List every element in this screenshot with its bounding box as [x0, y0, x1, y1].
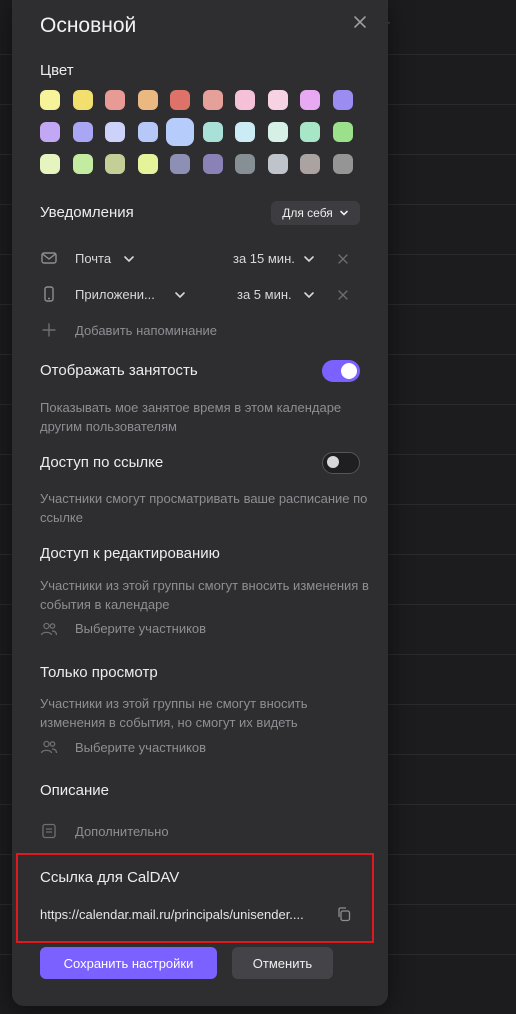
color-swatch[interactable]: [40, 154, 60, 174]
remove-notification-icon[interactable]: [337, 289, 349, 301]
description-label: Описание: [40, 782, 110, 799]
chevron-down-icon[interactable]: [303, 289, 315, 301]
color-swatch[interactable]: [170, 90, 190, 110]
edit-access-hint: Участники из этой группы смогут вносить …: [40, 578, 369, 612]
color-swatch[interactable]: [137, 122, 158, 142]
edit-access-select-participants[interactable]: Выберите участников: [75, 621, 206, 636]
link-access-hint: Участники смогут просматривать ваше расп…: [40, 491, 368, 525]
color-swatch[interactable]: [300, 154, 320, 174]
chevron-down-icon[interactable]: [174, 289, 186, 301]
color-swatch[interactable]: [267, 122, 288, 142]
color-swatch[interactable]: [202, 90, 223, 110]
color-swatch[interactable]: [40, 90, 60, 110]
color-swatch[interactable]: [72, 122, 93, 142]
busy-label: Отображать занятость: [40, 362, 198, 379]
color-swatch[interactable]: [300, 90, 320, 110]
color-swatch[interactable]: [72, 90, 93, 110]
color-swatch[interactable]: [332, 90, 353, 110]
color-swatch[interactable]: [202, 154, 223, 174]
notification-time-app[interactable]: за 5 мин.: [237, 287, 292, 302]
chevron-down-icon: [339, 210, 348, 216]
caldav-url[interactable]: https://calendar.mail.ru/principals/unis…: [40, 907, 304, 922]
view-only-label: Только просмотр: [40, 664, 158, 681]
chevron-down-icon[interactable]: [123, 253, 135, 265]
description-more-link[interactable]: Дополнительно: [75, 824, 169, 839]
caldav-label: Ссылка для CalDAV: [40, 869, 180, 886]
users-icon: [40, 622, 58, 636]
color-swatch[interactable]: [105, 154, 125, 174]
notification-scope-label: Для себя: [282, 206, 333, 220]
color-swatch[interactable]: [137, 154, 158, 174]
chevron-down-icon[interactable]: [303, 253, 315, 265]
calendar-settings-panel: Основной Цвет Уведомления Для себя Почта…: [12, 0, 388, 1006]
color-swatch[interactable]: [105, 122, 125, 142]
add-reminder-link[interactable]: Добавить напоминание: [75, 323, 217, 338]
color-swatch[interactable]: [267, 90, 288, 110]
link-access-label: Доступ по ссылке: [40, 454, 164, 471]
toggle-knob: [327, 456, 339, 468]
color-section-label: Цвет: [40, 62, 74, 79]
color-swatch[interactable]: [235, 122, 255, 142]
save-settings-button[interactable]: Сохранить настройки: [40, 947, 217, 979]
users-icon: [40, 740, 58, 754]
color-swatch[interactable]: [137, 90, 158, 110]
close-icon[interactable]: [352, 14, 368, 30]
copy-icon[interactable]: [336, 906, 352, 922]
color-swatch[interactable]: [105, 90, 125, 110]
plus-icon[interactable]: [40, 321, 58, 339]
link-access-toggle[interactable]: [322, 452, 360, 474]
color-swatch[interactable]: [332, 154, 353, 174]
notification-channel-app[interactable]: Приложени...: [75, 287, 155, 302]
color-swatch[interactable]: [72, 154, 93, 174]
phone-icon: [44, 286, 54, 302]
busy-toggle[interactable]: [322, 360, 360, 382]
panel-title: Основной: [40, 14, 137, 37]
notification-channel-mail[interactable]: Почта: [75, 251, 111, 266]
color-swatch[interactable]: [170, 154, 190, 174]
notification-time-mail[interactable]: за 15 мин.: [233, 251, 295, 266]
color-swatch[interactable]: [267, 154, 288, 174]
notifications-label: Уведомления: [40, 204, 134, 221]
busy-hint: Показывать мое занятое время в этом кале…: [40, 400, 342, 434]
color-swatch[interactable]: [235, 154, 255, 174]
edit-access-label: Доступ к редактированию: [40, 545, 220, 562]
color-swatch[interactable]: [332, 122, 353, 142]
view-only-hint: Участники из этой группы не смогут вноси…: [40, 696, 308, 730]
remove-notification-icon[interactable]: [337, 253, 349, 265]
notification-scope-dropdown[interactable]: Для себя: [271, 201, 360, 225]
mail-icon: [41, 252, 57, 264]
color-swatch[interactable]: [40, 122, 60, 142]
color-swatch[interactable]: [235, 90, 255, 110]
note-icon: [42, 823, 56, 839]
view-only-select-participants[interactable]: Выберите участников: [75, 740, 206, 755]
toggle-knob: [341, 363, 357, 379]
color-swatch[interactable]: [166, 118, 194, 146]
caldav-highlight-box: [16, 853, 374, 943]
cancel-button[interactable]: Отменить: [232, 947, 333, 979]
color-swatch[interactable]: [202, 122, 223, 142]
color-swatch[interactable]: [300, 122, 320, 142]
